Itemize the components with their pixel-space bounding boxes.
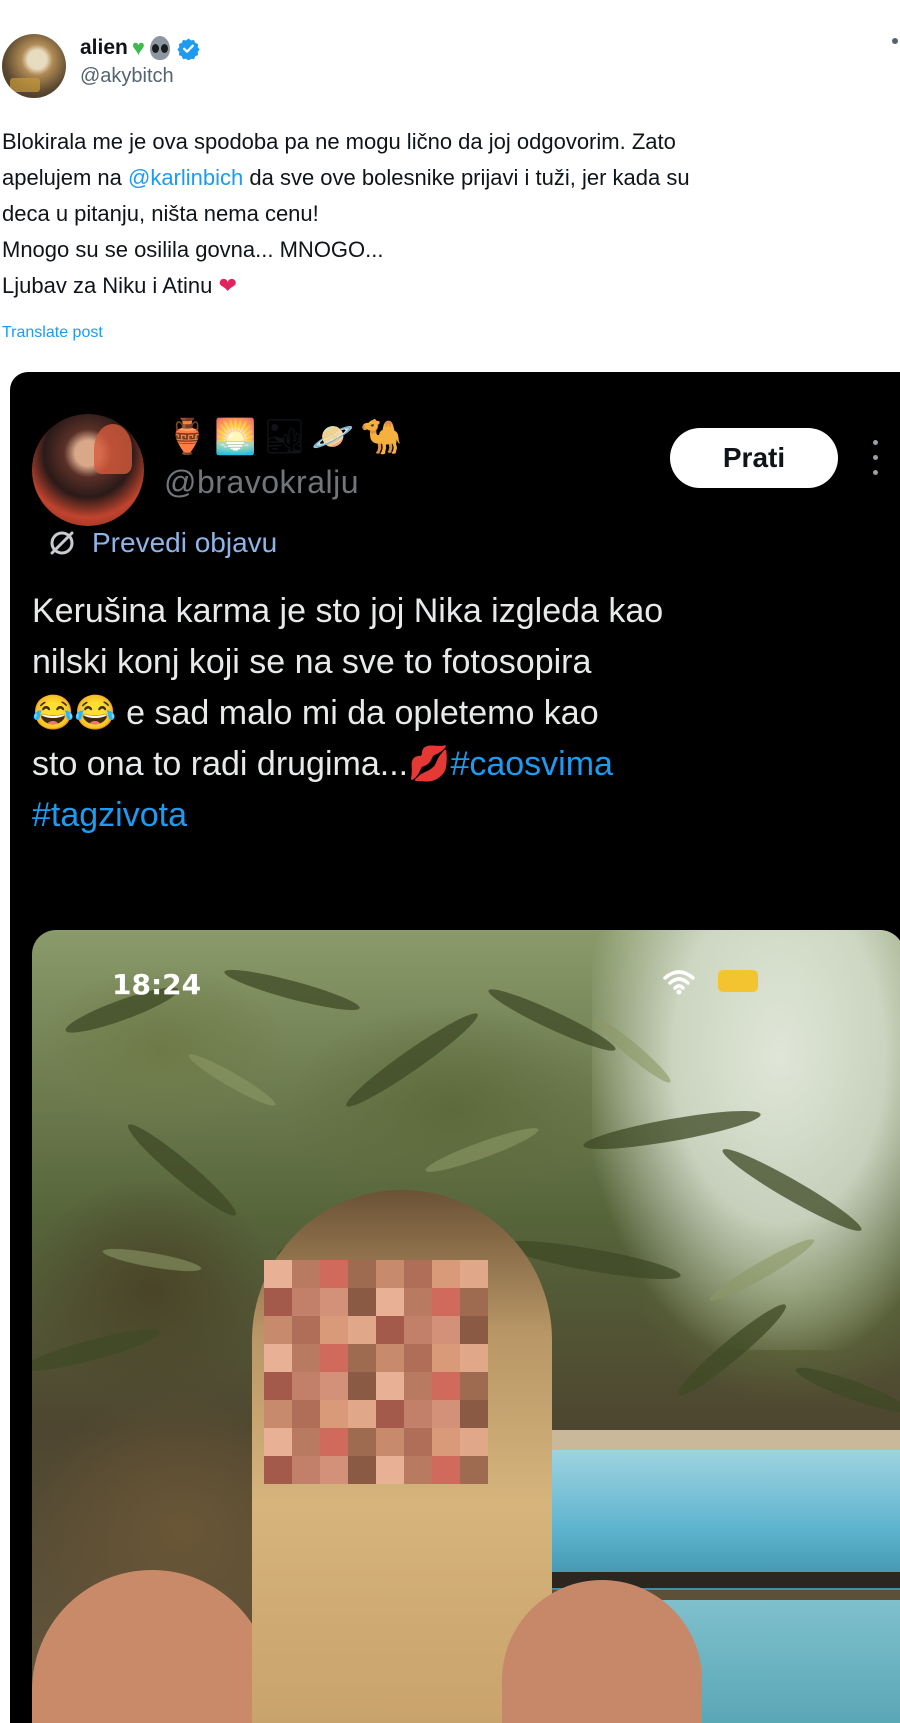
desert-icon: 🏜: [262, 418, 306, 456]
translate-label: Prevedi objavu: [92, 527, 278, 558]
tweet-header: alien ♥ @akybitch: [0, 28, 900, 104]
pool-water: [552, 1450, 900, 1590]
embedded-name-emojis: 🏺 🌅 🏜 🪐 🐪: [166, 420, 403, 454]
lips-icon: 💋: [408, 745, 451, 783]
tweet-line: deca u pitanju, ništa nema cenu!: [2, 201, 319, 226]
tweet-line: apelujem na @karlinbich da sve ove boles…: [2, 165, 690, 190]
embedded-translate-row: Prevedi objavu: [46, 527, 277, 559]
embedded-line: sto ona to radi drugima...💋#caosvima: [32, 745, 613, 783]
pixelated-face: [264, 1260, 488, 1484]
kebab-menu-icon: [872, 440, 878, 478]
hashtag-link: #caosvima: [450, 745, 613, 783]
status-bar-time: 18:24: [112, 968, 202, 1001]
embedded-line: #tagzivota: [32, 790, 892, 841]
sunrise-icon: 🌅: [214, 418, 257, 456]
battery-icon: [718, 970, 758, 992]
hashtag-link: #tagzivota: [32, 796, 187, 834]
follow-button: Prati: [670, 428, 838, 488]
author-avatar[interactable]: [2, 34, 66, 98]
embedded-line: 😂😂 e sad malo mi da opletemo kao: [32, 694, 599, 732]
alien-icon: [149, 36, 171, 60]
more-options-icon[interactable]: [892, 38, 898, 44]
wifi-icon: [663, 970, 695, 995]
verified-badge-icon: [177, 37, 200, 60]
embedded-handle: @bravokralju: [164, 464, 359, 500]
tweet-line: Blokirala me je ova spodoba pa ne mogu l…: [2, 129, 676, 154]
author-handle[interactable]: @akybitch: [80, 65, 174, 88]
embedded-author-avatar: [32, 414, 144, 526]
amphora-icon: 🏺: [166, 418, 209, 456]
embedded-post-text: Kerušina karma je sto joj Nika izgleda k…: [32, 586, 892, 841]
green-heart-icon: ♥: [131, 35, 145, 60]
embedded-screenshot[interactable]: 🏺 🌅 🏜 🪐 🐪 @bravokralju Prati Prevedi obj…: [10, 372, 900, 1723]
author-name-row[interactable]: alien ♥: [80, 35, 200, 61]
laughing-tears-icon: 😂: [32, 694, 75, 732]
ringed-planet-icon: 🪐: [311, 418, 355, 456]
embedded-photo: 18:24: [32, 930, 900, 1723]
embedded-line: Kerušina karma je sto joj Nika izgleda k…: [32, 592, 664, 630]
embedded-line: nilski konj koji se na sve to fotosopira: [32, 643, 592, 681]
author-display-name[interactable]: alien: [80, 36, 128, 60]
laughing-tears-icon: 😂: [74, 694, 117, 732]
pool-edge: [552, 1430, 900, 1452]
mention-link[interactable]: @karlinbich: [128, 165, 243, 190]
tweet-line: Ljubav za Niku i Atinu ❤: [2, 273, 237, 298]
translate-icon: [50, 531, 74, 555]
tweet-body: Blokirala me je ova spodoba pa ne mogu l…: [2, 124, 898, 304]
red-heart-icon: ❤: [218, 273, 237, 298]
tweet-line: Mnogo su se osilila govna... MNOGO...: [2, 237, 384, 262]
translate-post-link[interactable]: Translate post: [2, 324, 103, 342]
camel-icon: 🐪: [360, 418, 403, 456]
